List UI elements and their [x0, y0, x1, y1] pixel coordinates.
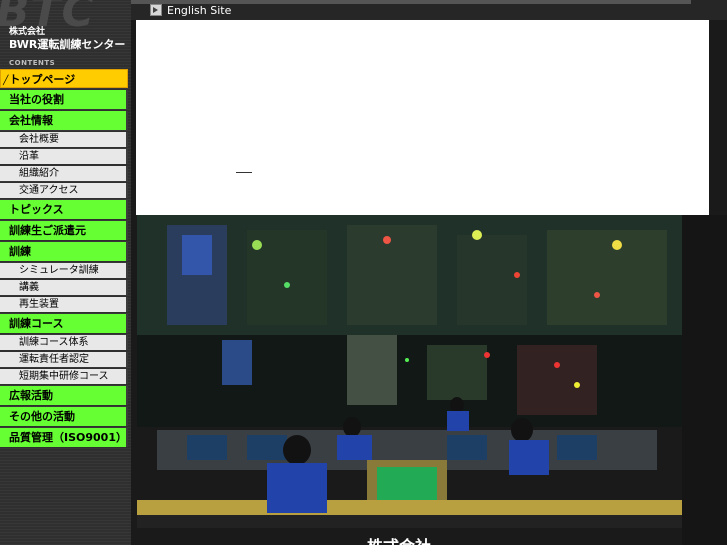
sidebar-item-label: 訓練コース体系	[19, 337, 89, 348]
control-room-photo	[137, 215, 682, 528]
sidebar-item-label: 品質管理（ISO9001）	[9, 431, 127, 444]
sidebar-item-label: 会社情報	[9, 114, 53, 127]
sidebar-item-7[interactable]: トピックス	[0, 200, 128, 219]
sidebar-item-label: 訓練コース	[9, 317, 64, 330]
sidebar-item-3[interactable]: 会社概要	[0, 132, 128, 147]
sidebar-item-8[interactable]: 訓練生ご派遣元	[0, 221, 128, 240]
sidebar-item-label: 組織紹介	[19, 168, 59, 179]
sidebar-item-label: 講義	[19, 282, 39, 293]
sidebar-nav: ╱トップページ 当社の役割 会社情報 会社概要 沿革 組織紹介 交通アクセス トピックス 訓練生…	[0, 69, 128, 449]
sidebar-item-0[interactable]: ╱トップページ	[0, 69, 128, 88]
english-site-link[interactable]: English Site	[150, 4, 231, 18]
sidebar-item-label: 再生装置	[19, 299, 59, 310]
hero-white-panel	[136, 20, 709, 215]
right-edge	[682, 215, 727, 545]
sidebar-item-11[interactable]: 講義	[0, 280, 128, 295]
sidebar-item-18[interactable]: その他の活動	[0, 407, 128, 426]
sidebar-item-label: 短期集中研修コース	[19, 371, 109, 382]
english-site-label: English Site	[167, 4, 232, 17]
sidebar: BTC 株式会社 BWR運転訓練センター CONTENTS ╱トップページ 当社の…	[0, 0, 131, 545]
sidebar-item-5[interactable]: 組織紹介	[0, 166, 128, 181]
control-room-illustration	[137, 215, 682, 528]
sidebar-item-10[interactable]: シミュレータ訓練	[0, 263, 128, 278]
sidebar-item-label: その他の活動	[9, 410, 75, 423]
sidebar-item-1[interactable]: 当社の役割	[0, 90, 128, 109]
sidebar-item-12[interactable]: 再生装置	[0, 297, 128, 312]
contents-label: CONTENTS	[9, 59, 56, 67]
sidebar-item-label: トップページ	[9, 73, 76, 86]
sidebar-item-label: 交通アクセス	[19, 185, 79, 196]
sidebar-item-label: 運転責任者認定	[19, 354, 89, 365]
logo-company-name[interactable]: BWR運転訓練センター	[9, 36, 125, 52]
panel-dash	[236, 172, 252, 173]
sidebar-item-label: 会社概要	[19, 134, 59, 145]
sidebar-item-19[interactable]: 品質管理（ISO9001）	[0, 428, 128, 447]
chevron-right-icon: ╱	[3, 76, 9, 86]
main-area: English Site 株式会社	[131, 0, 727, 556]
sidebar-item-label: 訓練生ご派遣元	[9, 224, 86, 237]
top-strip: English Site	[131, 0, 727, 20]
sidebar-item-9[interactable]: 訓練	[0, 242, 128, 261]
sidebar-item-13[interactable]: 訓練コース	[0, 314, 128, 333]
sidebar-item-label: 当社の役割	[9, 93, 64, 106]
sidebar-item-label: 広報活動	[9, 389, 53, 402]
sidebar-item-label: シミュレータ訓練	[19, 265, 99, 276]
sidebar-item-label: 訓練	[9, 245, 31, 258]
sidebar-item-6[interactable]: 交通アクセス	[0, 183, 128, 198]
sidebar-item-16[interactable]: 短期集中研修コース	[0, 369, 128, 384]
sidebar-item-15[interactable]: 運転責任者認定	[0, 352, 128, 367]
sidebar-item-label: トピックス	[9, 203, 64, 216]
sidebar-item-label: 沿革	[19, 151, 39, 162]
arrow-box-icon	[150, 4, 162, 16]
sidebar-item-4[interactable]: 沿革	[0, 149, 128, 164]
bottom-title: 株式会社	[367, 537, 432, 556]
sidebar-item-17[interactable]: 広報活動	[0, 386, 128, 405]
sidebar-item-14[interactable]: 訓練コース体系	[0, 335, 128, 350]
sidebar-item-2[interactable]: 会社情報	[0, 111, 128, 130]
